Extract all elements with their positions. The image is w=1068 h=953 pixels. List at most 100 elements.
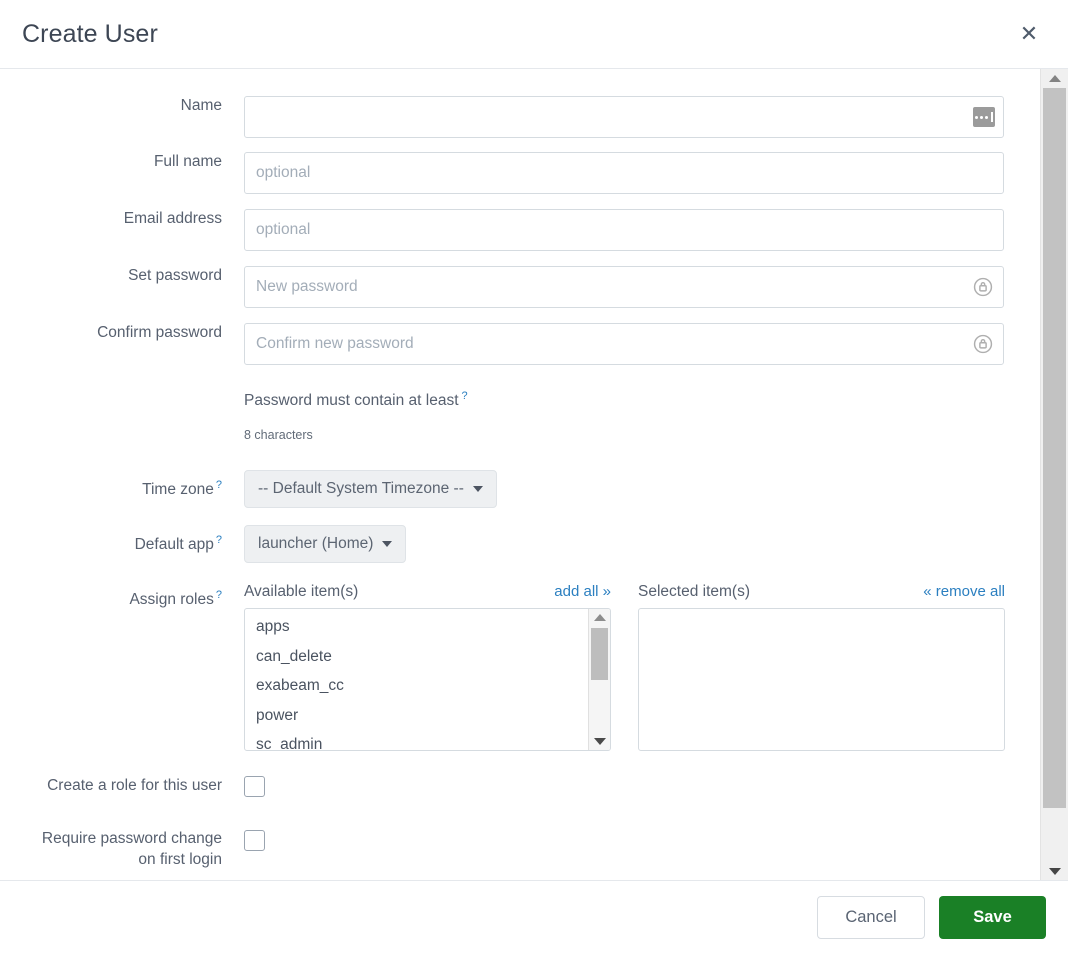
confirm-password-field-wrapper xyxy=(244,323,1004,365)
list-item[interactable]: can_delete xyxy=(245,642,588,672)
assign-roles-label: Assign roles? xyxy=(0,583,244,611)
available-items-options: apps can_delete exabeam_cc power sc_admi… xyxy=(245,609,588,750)
row-password-policy: Password must contain at least? 8 charac… xyxy=(0,390,1040,442)
full-name-control xyxy=(244,152,1022,194)
chevron-down-icon xyxy=(382,541,393,548)
assign-roles-label-text: Assign roles xyxy=(129,591,214,609)
create-role-label: Create a role for this user xyxy=(47,777,222,795)
add-all-link[interactable]: add all » xyxy=(554,583,611,600)
name-field-wrapper xyxy=(244,96,1004,138)
selected-items-options xyxy=(639,609,1004,750)
email-field-wrapper xyxy=(244,209,1004,251)
dialog-footer: Cancel Save xyxy=(0,880,1068,953)
available-items-header: Available item(s) add all » xyxy=(244,583,611,601)
save-button[interactable]: Save xyxy=(939,895,1046,939)
scroll-down-arrow-icon[interactable] xyxy=(1041,862,1068,880)
email-label: Email address xyxy=(123,210,222,227)
default-app-help-icon[interactable]: ? xyxy=(216,534,222,546)
time-zone-dropdown[interactable]: -- Default System Timezone -- xyxy=(244,470,497,509)
scroll-down-arrow-icon[interactable] xyxy=(589,733,610,750)
form-scroll-area: Name Full name optional Email address op… xyxy=(0,69,1040,880)
selected-items-listbox[interactable] xyxy=(638,608,1005,752)
confirm-password-control xyxy=(244,323,1022,365)
scrollbar-thumb[interactable] xyxy=(591,628,608,681)
default-app-selected-value: launcher (Home) xyxy=(258,535,374,553)
email-control xyxy=(244,209,1022,251)
require-password-change-label-line1: Require password change xyxy=(41,830,222,848)
time-zone-selected-value: -- Default System Timezone -- xyxy=(258,480,464,498)
available-items-listbox[interactable]: apps can_delete exabeam_cc power sc_admi… xyxy=(244,608,611,752)
scrollbar-thumb[interactable] xyxy=(1043,88,1066,808)
time-zone-control: -- Default System Timezone -- xyxy=(244,470,1022,509)
confirm-password-input[interactable] xyxy=(244,323,1004,365)
password-policy-help-icon[interactable]: ? xyxy=(462,390,468,402)
dialog-header: Create User ✕ xyxy=(0,0,1068,69)
set-password-control xyxy=(244,266,1022,308)
row-full-name: Full name xyxy=(0,152,1040,194)
name-control xyxy=(244,96,1022,138)
row-require-password-change: Require password change on first login xyxy=(0,829,1040,871)
row-time-zone: Time zone? -- Default System Timezone -- xyxy=(0,470,1040,509)
row-default-app: Default app? launcher (Home) xyxy=(0,525,1040,564)
create-user-dialog: Create User ✕ Name Full name optional Em… xyxy=(0,0,1068,953)
list-item[interactable]: apps xyxy=(245,612,588,642)
row-name: Name xyxy=(0,96,1040,138)
create-role-checkbox[interactable] xyxy=(244,776,265,798)
available-items-column: Available item(s) add all » apps can_del… xyxy=(244,583,611,752)
password-generate-lock-icon[interactable] xyxy=(972,333,994,355)
require-password-change-control xyxy=(244,829,1022,852)
email-input[interactable] xyxy=(244,209,1004,251)
row-confirm-password: Confirm password xyxy=(0,323,1040,365)
remove-all-link[interactable]: « remove all xyxy=(923,583,1005,600)
set-password-field-wrapper xyxy=(244,266,1004,308)
page-title: Create User xyxy=(22,19,158,48)
list-item[interactable]: power xyxy=(245,701,588,731)
assign-roles-help-icon[interactable]: ? xyxy=(216,589,222,601)
default-app-label: Default app? xyxy=(0,533,244,556)
password-policy-control: Password must contain at least? 8 charac… xyxy=(244,390,1022,442)
full-name-label: Full name xyxy=(153,153,222,170)
selected-items-caption: Selected item(s) xyxy=(638,583,750,601)
list-item[interactable]: exabeam_cc xyxy=(245,671,588,701)
close-icon[interactable]: ✕ xyxy=(1012,17,1046,51)
assign-roles-control: Available item(s) add all » apps can_del… xyxy=(244,583,1022,752)
full-name-field-wrapper xyxy=(244,152,1004,194)
default-app-label-text: Default app xyxy=(134,535,214,553)
list-item[interactable]: sc_admin xyxy=(245,730,588,750)
chevron-down-icon xyxy=(472,486,483,493)
confirm-password-label: Confirm password xyxy=(97,324,222,341)
selected-items-header: Selected item(s) « remove all xyxy=(638,583,1005,601)
password-rule-item: 8 characters xyxy=(244,428,313,443)
row-create-role: Create a role for this user xyxy=(0,776,1040,798)
require-password-change-label: Require password change on first login xyxy=(0,829,244,871)
selected-items-column: Selected item(s) « remove all xyxy=(638,583,1005,752)
scroll-up-arrow-icon[interactable] xyxy=(1041,69,1068,87)
create-role-control xyxy=(244,776,1022,798)
default-app-dropdown[interactable]: launcher (Home) xyxy=(244,525,407,564)
row-assign-roles: Assign roles? Available item(s) add all … xyxy=(0,583,1040,752)
dialog-scrollbar[interactable] xyxy=(1040,69,1068,880)
password-policy-heading-text: Password must contain at least xyxy=(244,392,459,410)
cancel-button[interactable]: Cancel xyxy=(817,895,925,939)
ellipsis-icon[interactable] xyxy=(973,107,995,127)
password-policy-heading: Password must contain at least? xyxy=(244,390,1022,410)
name-input[interactable] xyxy=(244,96,1004,138)
default-app-control: launcher (Home) xyxy=(244,525,1022,564)
row-email: Email address xyxy=(0,209,1040,251)
set-password-label: Set password xyxy=(128,267,222,284)
time-zone-help-icon[interactable]: ? xyxy=(216,479,222,491)
name-label: Name xyxy=(180,97,222,114)
time-zone-label: Time zone? xyxy=(0,478,244,501)
password-generate-lock-icon[interactable] xyxy=(972,276,994,298)
available-items-caption: Available item(s) xyxy=(244,583,359,601)
set-password-input[interactable] xyxy=(244,266,1004,308)
require-password-change-checkbox[interactable] xyxy=(244,830,265,852)
available-items-scrollbar[interactable] xyxy=(588,609,610,751)
require-password-change-label-line2: on first login xyxy=(138,851,222,869)
dialog-body: Name Full name optional Email address op… xyxy=(0,69,1068,880)
dual-list: Available item(s) add all » apps can_del… xyxy=(244,583,1022,752)
row-set-password: Set password xyxy=(0,266,1040,308)
full-name-input[interactable] xyxy=(244,152,1004,194)
time-zone-label-text: Time zone xyxy=(142,480,214,498)
scroll-up-arrow-icon[interactable] xyxy=(589,609,610,626)
